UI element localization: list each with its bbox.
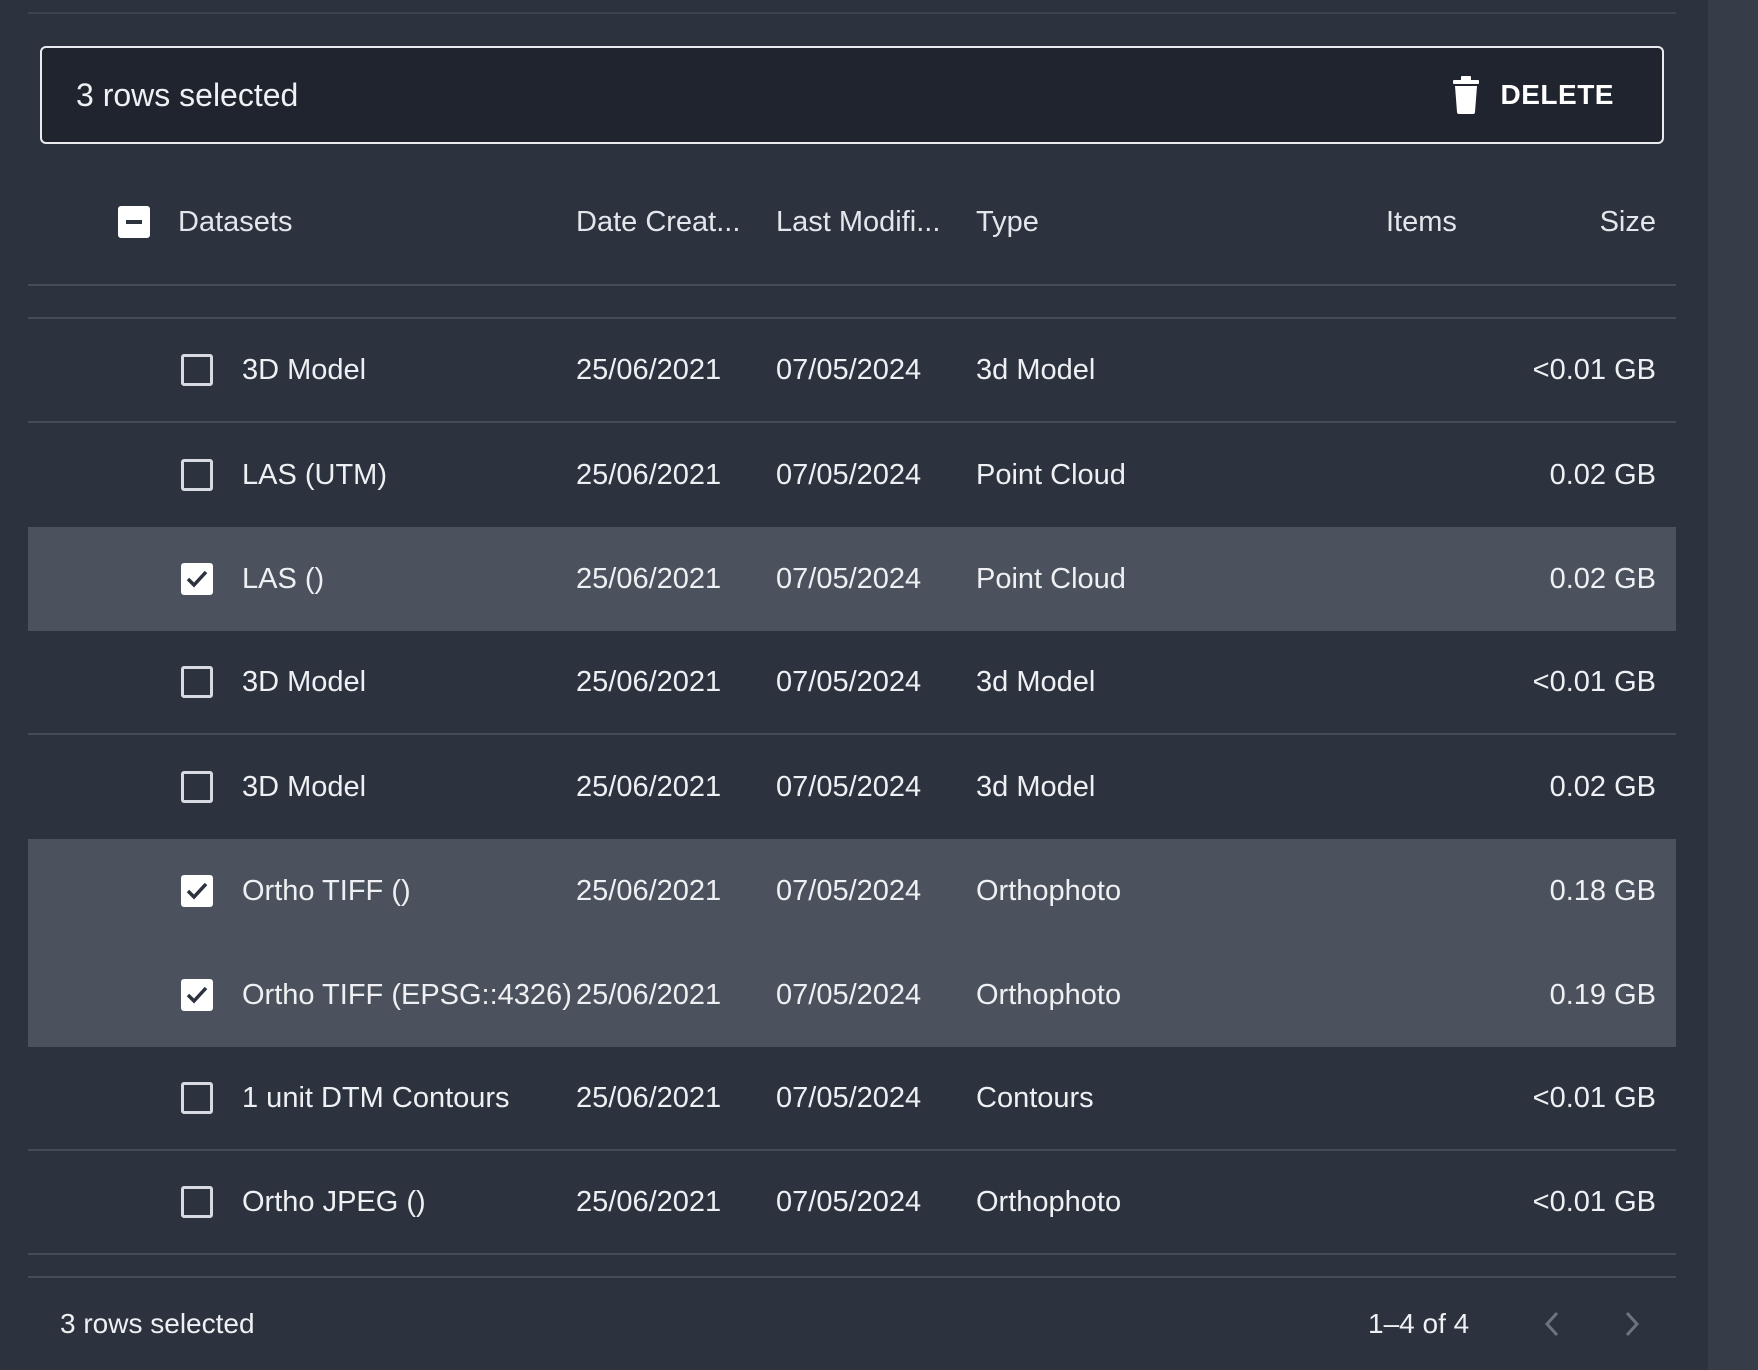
dataset-size: 0.19 GB: [1549, 978, 1656, 1011]
column-header-last-modified[interactable]: Last Modifi...: [776, 160, 940, 284]
check-icon: [186, 570, 208, 588]
last-modified: 07/05/2024: [776, 874, 922, 907]
previous-page-button[interactable]: [1528, 1300, 1576, 1348]
table-row[interactable]: LAS (UTM) 25/06/2021 07/05/2024 Point Cl…: [28, 423, 1676, 527]
footer-selection-count: 3 rows selected: [60, 1308, 255, 1339]
date-created: 25/06/2021: [576, 562, 722, 595]
last-modified: 07/05/2024: [776, 458, 922, 491]
dataset-type: Point Cloud: [976, 562, 1126, 595]
divider: [28, 12, 1676, 14]
delete-button[interactable]: DELETE: [1452, 76, 1614, 114]
column-header-type[interactable]: Type: [976, 160, 1039, 284]
row-checkbox[interactable]: [181, 666, 213, 698]
dataset-name: 3D Model: [242, 665, 367, 698]
table-row[interactable]: Ortho JPEG () 25/06/2021 07/05/2024 Orth…: [28, 1151, 1676, 1255]
last-modified: 07/05/2024: [776, 353, 922, 386]
row-checkbox[interactable]: [181, 1186, 213, 1218]
dataset-type: Orthophoto: [976, 978, 1122, 1011]
last-modified: 07/05/2024: [776, 770, 922, 803]
table-spacer: [28, 286, 1676, 319]
row-checkbox[interactable]: [181, 563, 213, 595]
datasets-table: Datasets Date Creat... Last Modifi... Ty…: [28, 160, 1676, 1255]
date-created: 25/06/2021: [576, 1185, 722, 1218]
dataset-name: Ortho TIFF (EPSG::4326): [242, 978, 572, 1011]
dataset-size: <0.01 GB: [1532, 1185, 1656, 1218]
date-created: 25/06/2021: [576, 770, 722, 803]
date-created: 25/06/2021: [576, 353, 722, 386]
row-checkbox[interactable]: [181, 1082, 213, 1114]
table-row[interactable]: 1 unit DTM Contours 25/06/2021 07/05/202…: [28, 1047, 1676, 1151]
trash-icon: [1452, 76, 1479, 114]
date-created: 25/06/2021: [576, 458, 722, 491]
table-row[interactable]: 3D Model 25/06/2021 07/05/2024 3d Model …: [28, 735, 1676, 839]
dataset-size: 0.02 GB: [1549, 562, 1656, 595]
dataset-size: <0.01 GB: [1532, 1081, 1656, 1114]
last-modified: 07/05/2024: [776, 562, 922, 595]
chevron-left-icon: [1544, 1311, 1559, 1337]
column-header-size[interactable]: Size: [1600, 160, 1656, 284]
dataset-type: 3d Model: [976, 665, 1096, 698]
column-header-datasets[interactable]: Datasets: [178, 160, 292, 284]
dataset-size: <0.01 GB: [1532, 665, 1656, 698]
dataset-size: 0.02 GB: [1549, 770, 1656, 803]
pagination-info: 1–4 of 4: [1368, 1308, 1470, 1339]
table-header: Datasets Date Creat... Last Modifi... Ty…: [28, 160, 1676, 286]
column-header-date-created[interactable]: Date Creat...: [576, 160, 740, 284]
dataset-name: Ortho TIFF (): [242, 874, 411, 907]
datasets-page: 3 rows selected DELETE Datasets Date Cre…: [0, 0, 1758, 1370]
dataset-name: LAS (): [242, 562, 325, 595]
row-checkbox[interactable]: [181, 979, 213, 1011]
table-row[interactable]: Ortho TIFF (EPSG::4326) 25/06/2021 07/05…: [28, 943, 1676, 1047]
next-page-button[interactable]: [1608, 1300, 1656, 1348]
dataset-type: 3d Model: [976, 353, 1096, 386]
dataset-size: <0.01 GB: [1532, 353, 1656, 386]
dataset-name: 1 unit DTM Contours: [242, 1081, 510, 1114]
dataset-size: 0.02 GB: [1549, 458, 1656, 491]
chevron-right-icon: [1625, 1311, 1640, 1337]
last-modified: 07/05/2024: [776, 978, 922, 1011]
dataset-type: Point Cloud: [976, 458, 1126, 491]
row-checkbox[interactable]: [181, 459, 213, 491]
date-created: 25/06/2021: [576, 1081, 722, 1114]
dataset-type: Orthophoto: [976, 1185, 1122, 1218]
table-row[interactable]: LAS () 25/06/2021 07/05/2024 Point Cloud…: [28, 527, 1676, 631]
table-row[interactable]: 3D Model 25/06/2021 07/05/2024 3d Model …: [28, 631, 1676, 735]
header-checkbox-cell: [118, 160, 150, 284]
selection-count: 3 rows selected: [76, 76, 299, 113]
check-icon: [186, 882, 208, 900]
dataset-name: LAS (UTM): [242, 458, 387, 491]
row-checkbox[interactable]: [181, 771, 213, 803]
dataset-name: Ortho JPEG (): [242, 1185, 426, 1218]
table-row[interactable]: 3D Model 25/06/2021 07/05/2024 3d Model …: [28, 319, 1676, 423]
dataset-type: Orthophoto: [976, 874, 1122, 907]
table-row[interactable]: Ortho TIFF () 25/06/2021 07/05/2024 Orth…: [28, 839, 1676, 943]
select-all-checkbox[interactable]: [118, 206, 150, 238]
row-checkbox[interactable]: [181, 875, 213, 907]
column-header-items[interactable]: Items: [1386, 160, 1457, 284]
date-created: 25/06/2021: [576, 978, 722, 1011]
dataset-size: 0.18 GB: [1549, 874, 1656, 907]
last-modified: 07/05/2024: [776, 665, 922, 698]
last-modified: 07/05/2024: [776, 1185, 922, 1218]
check-icon: [186, 986, 208, 1004]
date-created: 25/06/2021: [576, 665, 722, 698]
dataset-type: 3d Model: [976, 770, 1096, 803]
table-body: 3D Model 25/06/2021 07/05/2024 3d Model …: [28, 319, 1676, 1255]
scrollbar-track[interactable]: [1708, 0, 1758, 1370]
delete-label: DELETE: [1500, 79, 1614, 110]
date-created: 25/06/2021: [576, 874, 722, 907]
dataset-type: Contours: [976, 1081, 1094, 1114]
dataset-name: 3D Model: [242, 770, 367, 803]
dataset-name: 3D Model: [242, 353, 367, 386]
minus-icon: [126, 220, 142, 224]
row-checkbox[interactable]: [181, 354, 213, 386]
last-modified: 07/05/2024: [776, 1081, 922, 1114]
selection-toolbar: 3 rows selected DELETE: [40, 46, 1664, 144]
table-footer: 3 rows selected 1–4 of 4: [28, 1278, 1676, 1370]
